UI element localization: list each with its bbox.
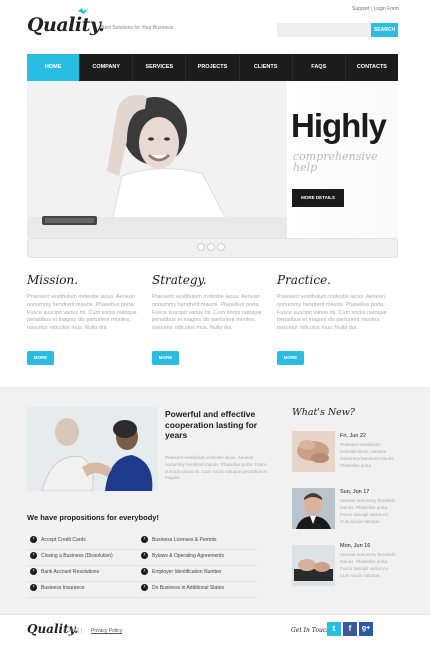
- proposition-item[interactable]: Employer Identification Number: [138, 566, 258, 582]
- proposition-item[interactable]: Bank Account Resolutions: [27, 566, 137, 582]
- site-logo[interactable]: Quality.: [27, 14, 105, 36]
- proposition-item[interactable]: Business Insurance: [27, 582, 137, 598]
- news-text: Aenean nonummy hendrerit mauris. Phasell…: [340, 552, 396, 578]
- copyright: © 2012 |: [63, 628, 82, 634]
- cooperation-title: Powerful and effective cooperation lasti…: [165, 409, 258, 440]
- mission-title: Mission.: [27, 273, 79, 287]
- google-plus-icon[interactable]: g+: [359, 622, 373, 636]
- bird-icon: [78, 8, 88, 14]
- search-button[interactable]: SEARCH: [371, 23, 398, 37]
- nav-home[interactable]: HOME: [27, 54, 81, 81]
- nav-faqs[interactable]: FAQS: [293, 54, 346, 81]
- nav-company[interactable]: COMPANY: [80, 54, 134, 81]
- propositions-title: We have propositions for everybody!: [27, 513, 159, 522]
- top-links: Support | Login Form: [352, 6, 399, 12]
- hero-subtitle: comprehensive help: [293, 150, 378, 174]
- keyboard-hands-image[interactable]: [292, 545, 335, 586]
- slider-dot[interactable]: [197, 243, 205, 251]
- practice-text: Praesent vestibulum molestie lacus. Aene…: [277, 294, 387, 332]
- man-portrait-image[interactable]: [292, 488, 335, 529]
- get-in-touch-label: Get In Touch: [291, 627, 331, 634]
- hero-title: Highly: [291, 107, 387, 144]
- nav-projects[interactable]: PROJECTS: [186, 54, 240, 81]
- slider-dot[interactable]: [207, 243, 215, 251]
- proposition-item[interactable]: Accept Credit Cards: [27, 534, 137, 550]
- mission-text: Praesent vestibulum molestie lacus. Aene…: [27, 294, 137, 332]
- tagline: Best Solutions for Your Business: [101, 25, 174, 31]
- hero-slider: Highly comprehensive help MORE DETAILS: [27, 81, 398, 238]
- proposition-item[interactable]: Closing a Business (Dissolution): [27, 550, 137, 566]
- hero-woman-image: [27, 81, 287, 238]
- login-link[interactable]: Login Form: [374, 6, 399, 12]
- nav-clients[interactable]: CLIENTS: [240, 54, 293, 81]
- proposition-item[interactable]: Business Licenses & Permits: [138, 534, 258, 550]
- privacy-policy-link[interactable]: Privacy Policy: [91, 628, 122, 634]
- strategy-text: Praesent vestibulum molestie lacus. Aene…: [152, 294, 262, 332]
- mission-more-button[interactable]: MORE: [27, 351, 54, 365]
- more-details-button[interactable]: MORE DETAILS: [292, 189, 344, 207]
- cooperation-text: Praesent vestibulum molestie lacus. Aene…: [165, 455, 268, 481]
- practice-title: Practice.: [277, 273, 331, 287]
- news-title: What's New?: [292, 407, 356, 418]
- strategy-title: Strategy.: [152, 273, 207, 287]
- news-date: Fri, Jun 22: [340, 433, 366, 439]
- support-link[interactable]: Support: [352, 6, 370, 12]
- facebook-icon[interactable]: f: [343, 622, 357, 636]
- hands-image[interactable]: [292, 431, 335, 472]
- news-text: Aenean nonummy hendrerit mauris. Phasell…: [340, 498, 396, 524]
- search-input[interactable]: [277, 23, 371, 37]
- news-date: Sun, Jun 17: [340, 489, 370, 495]
- twitter-icon[interactable]: t: [327, 622, 341, 636]
- practice-more-button[interactable]: MORE: [277, 351, 304, 365]
- business-people-image: [27, 407, 158, 491]
- slider-dot[interactable]: [217, 243, 225, 251]
- strategy-more-button[interactable]: MORE: [152, 351, 179, 365]
- proposition-item[interactable]: Bylaws & Operating Agreements: [138, 550, 258, 566]
- news-text: Praesent vestibulum molestie lacus. Aene…: [340, 442, 395, 468]
- main-nav: HOME COMPANY SERVICES PROJECTS CLIENTS F…: [27, 54, 398, 81]
- nav-services[interactable]: SERVICES: [133, 54, 187, 81]
- news-date: Mon, Jun 16: [340, 543, 371, 549]
- proposition-item[interactable]: Do Business in Additional States: [138, 582, 258, 598]
- nav-contacts[interactable]: CONTACTS: [346, 54, 398, 81]
